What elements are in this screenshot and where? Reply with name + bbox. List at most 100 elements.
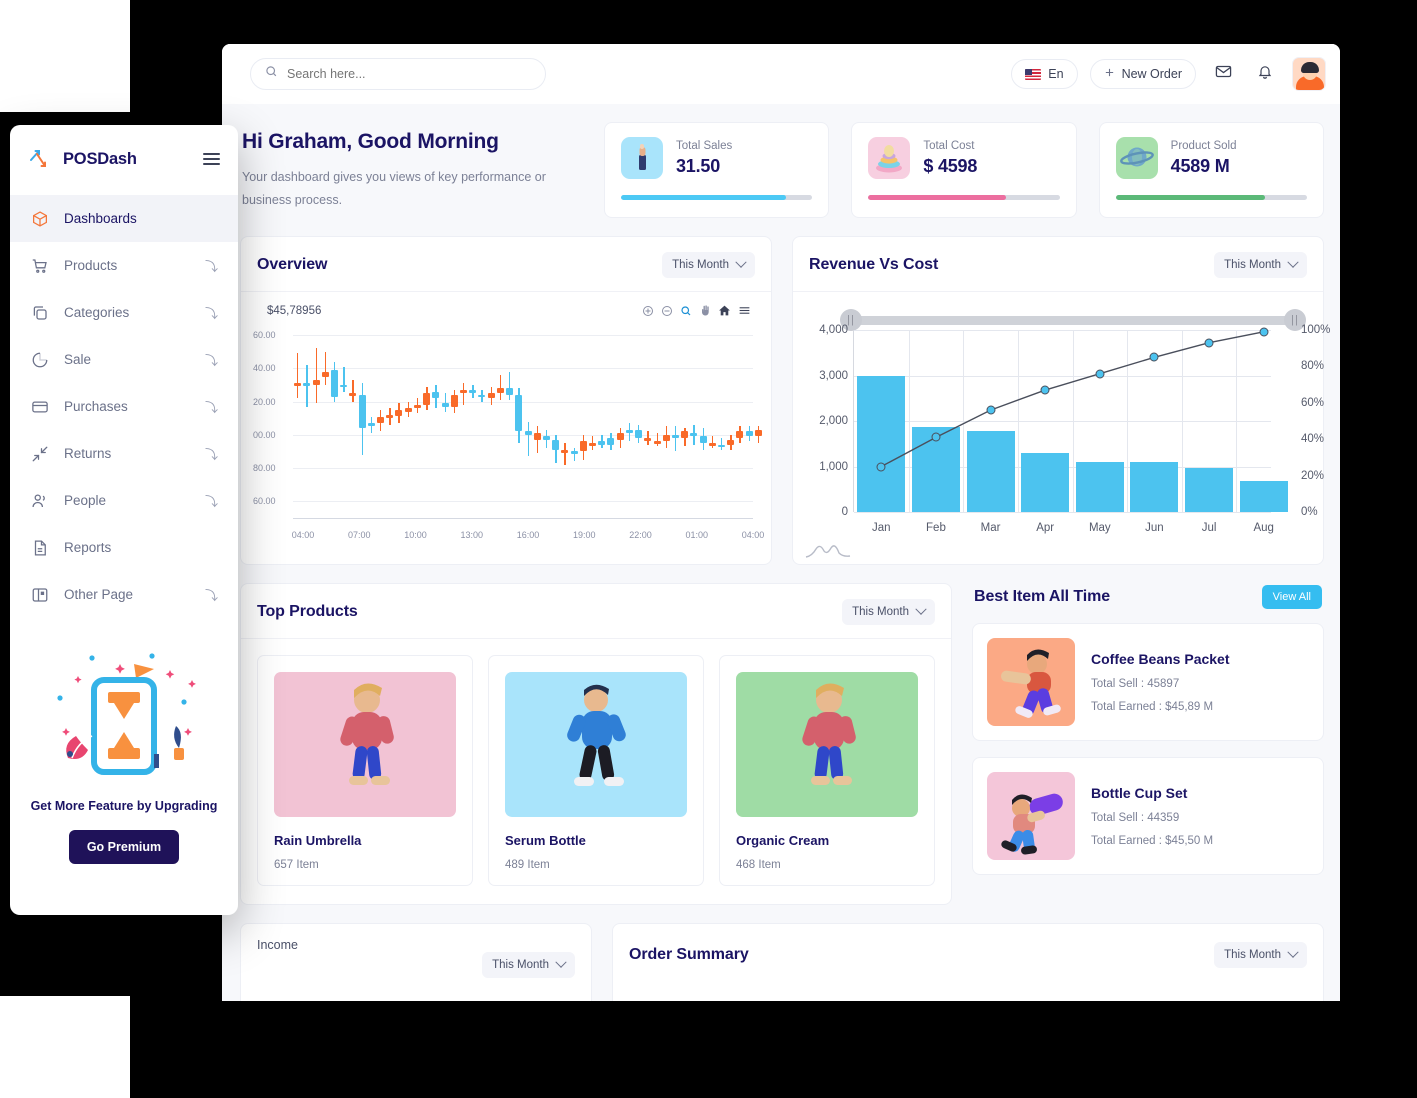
candlestick (690, 325, 698, 518)
revenue-x-tick: Jan (872, 522, 891, 534)
candlestick-x-tick: 19:00 (572, 530, 596, 540)
candlestick-wick (509, 371, 511, 400)
sidebar-item-dashboards[interactable]: Dashboards (10, 195, 238, 242)
submenu-arrow: ⤵ (204, 259, 218, 274)
order-period-select[interactable]: This Month (1214, 942, 1307, 968)
candlestick (754, 325, 762, 518)
candlestick-body (552, 439, 560, 450)
candlestick-body (644, 438, 652, 442)
candlestick-wick (297, 353, 299, 399)
candlestick-body (745, 431, 753, 437)
sidebar-item-categories[interactable]: Categories ⤵ (10, 289, 238, 336)
planet-3d-icon (1115, 137, 1158, 179)
sparkline-icon (805, 545, 851, 558)
revenue-x-tick: Mar (980, 522, 1001, 534)
candlestick-body (579, 441, 587, 452)
reset-home-icon[interactable] (718, 304, 731, 317)
candlestick-y-tick: 60.00 (253, 329, 276, 340)
sidebar-item-sale[interactable]: Sale ⤵ (10, 336, 238, 383)
messages-button[interactable] (1208, 59, 1238, 89)
stat-card-text: Total Cost $ 4598 (923, 140, 977, 177)
candlestick-body (607, 438, 615, 445)
best-item-sell: Total Sell : 44359 (1091, 812, 1180, 824)
overview-period-select[interactable]: This Month (662, 252, 755, 278)
stat-card-text: Product Sold 4589 M (1171, 140, 1237, 177)
income-card: Income This Month (240, 923, 592, 1001)
candlestick-body (708, 443, 716, 446)
revenue-period-select[interactable]: This Month (1214, 252, 1307, 278)
search-input[interactable] (287, 67, 531, 81)
best-item-name: Coffee Beans Packet (1091, 651, 1230, 667)
best-item-earned: Total Earned : $45,50 M (1091, 835, 1214, 847)
sidebar-nav: Dashboards Products ⤵ Categories ⤵ Sale … (10, 195, 238, 618)
selection-zoom-icon[interactable] (680, 305, 692, 317)
language-selector[interactable]: En (1011, 59, 1078, 89)
sidebar-item-purchases[interactable]: Purchases ⤵ (10, 383, 238, 430)
order-summary-title: Order Summary (629, 946, 749, 963)
candlestick (432, 325, 440, 518)
candlestick (736, 325, 744, 518)
revenue-y-tick: 3,000 (819, 369, 848, 382)
candlestick (496, 325, 504, 518)
new-order-button[interactable]: New Order (1089, 59, 1196, 89)
plus-icon (1104, 67, 1115, 81)
panning-icon[interactable] (699, 304, 711, 317)
candlestick-wick (315, 348, 317, 404)
revenue-period-label: This Month (1224, 259, 1281, 271)
best-item-row[interactable]: Bottle Cup Set Total Sell : 44359 Total … (972, 757, 1324, 875)
walking-person-illustration (274, 672, 456, 817)
candlestick-wick (536, 426, 539, 454)
flying-person-bottle-illustration (987, 772, 1075, 860)
zoom-in-icon[interactable] (642, 305, 654, 317)
candlestick-wick (674, 426, 677, 452)
menu-icon[interactable] (738, 304, 751, 317)
page-subtitle: Your dashboard gives you views of key pe… (242, 170, 546, 208)
top-products-period-select[interactable]: This Month (842, 599, 935, 625)
candlestick (469, 325, 477, 518)
candlestick (552, 325, 560, 518)
sidebar-item-label: People (64, 493, 107, 508)
cumulative-point (1204, 338, 1214, 348)
product-card[interactable]: Rain Umbrella 657 Item (257, 655, 473, 886)
chevron-down-icon (1287, 256, 1299, 268)
stat-value: 31.50 (676, 155, 721, 176)
file-text-icon (30, 538, 50, 558)
candlestick (386, 325, 394, 518)
income-period-select[interactable]: This Month (482, 952, 575, 978)
candlestick-x-tick: 13:00 (460, 530, 484, 540)
product-card[interactable]: Organic Cream 468 Item (719, 655, 935, 886)
sidebar-item-returns[interactable]: Returns ⤵ (10, 430, 238, 477)
candlestick (681, 325, 689, 518)
range-slider[interactable]: || || (840, 309, 1306, 331)
go-premium-button[interactable]: Go Premium (68, 830, 180, 864)
sidebar-item-people[interactable]: People ⤵ (10, 477, 238, 524)
cumulative-point (1040, 385, 1050, 395)
candlestick (515, 325, 523, 518)
hamburger-icon[interactable] (203, 152, 220, 166)
candlestick (662, 325, 670, 518)
sidebar-item-reports[interactable]: Reports (10, 524, 238, 571)
candlestick-body (542, 436, 550, 440)
sidebar-item-products[interactable]: Products ⤵ (10, 242, 238, 289)
income-period-label: This Month (492, 959, 549, 971)
candlestick-wick (324, 351, 327, 385)
candlestick (321, 325, 329, 518)
product-card[interactable]: Serum Bottle 489 Item (488, 655, 704, 886)
candlestick (644, 325, 652, 518)
candlestick-x-tick: 01:00 (685, 530, 709, 540)
candlestick-body (754, 429, 762, 437)
search-box[interactable] (250, 58, 546, 90)
view-all-button[interactable]: View All (1261, 585, 1322, 609)
zoom-out-icon[interactable] (661, 305, 673, 317)
avatar[interactable] (1292, 57, 1326, 91)
candlestick (340, 325, 348, 518)
brand-name: POSDash (63, 149, 137, 168)
candlestick-body (358, 394, 366, 429)
candlestick-y-tick: 40.00 (253, 363, 276, 374)
top-products-title: Top Products (257, 603, 358, 620)
best-item-row[interactable]: Coffee Beans Packet Total Sell : 45897 T… (972, 623, 1324, 741)
stat-label: Total Cost (923, 139, 975, 152)
sidebar-item-other-page[interactable]: Other Page ⤵ (10, 571, 238, 618)
sidebar-item-label: Reports (64, 540, 112, 555)
notifications-button[interactable] (1250, 59, 1280, 89)
